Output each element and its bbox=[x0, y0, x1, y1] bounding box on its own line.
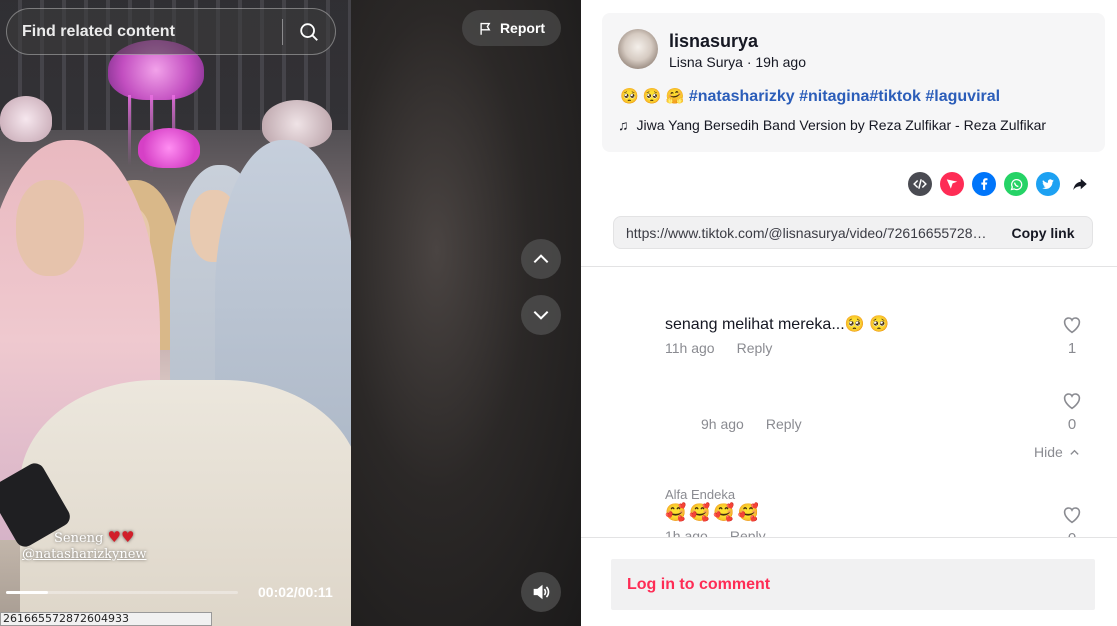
description-emoji: 🥺 🥺 🤗 bbox=[620, 88, 685, 105]
username[interactable]: lisnasurya bbox=[669, 31, 758, 52]
next-video-button[interactable] bbox=[521, 295, 561, 335]
comment-meta: 1h ago Reply bbox=[665, 528, 766, 537]
like-count: 1 bbox=[1067, 340, 1077, 357]
report-label: Report bbox=[499, 20, 546, 36]
post-description: 🥺 🥺 🤗 #natasharizky #nitagina#tiktok #la… bbox=[620, 87, 1000, 106]
like-count: 0 bbox=[1068, 530, 1076, 537]
comment-meta: 11h ago Reply bbox=[665, 340, 772, 356]
video-link-field[interactable]: https://www.tiktok.com/@lisnasurya/video… bbox=[614, 225, 994, 241]
heart-icon bbox=[1063, 507, 1081, 524]
hide-replies-button[interactable]: Hide bbox=[1034, 444, 1080, 460]
comment-like[interactable]: 0 bbox=[1060, 392, 1084, 433]
avatar[interactable] bbox=[618, 29, 658, 69]
hashtag-link[interactable]: #natasharizky bbox=[689, 88, 795, 105]
comment-like[interactable]: 0 bbox=[1060, 506, 1084, 537]
comment-author[interactable]: Alfa Endeka bbox=[665, 487, 735, 502]
flag-icon bbox=[480, 22, 491, 35]
chevron-up-icon bbox=[533, 254, 549, 264]
twitter-icon[interactable] bbox=[1036, 172, 1060, 196]
hide-label: Hide bbox=[1034, 444, 1063, 460]
volume-button[interactable] bbox=[521, 572, 561, 612]
author-subline: Lisna Surya · 19h ago bbox=[669, 54, 806, 70]
video-progress-fill bbox=[6, 591, 48, 594]
video-id-tooltip: 261665572872604933 bbox=[0, 612, 212, 626]
video-scene-jellyfish-lamp bbox=[138, 128, 200, 168]
video-caption-text: Seneng bbox=[54, 531, 104, 546]
chevron-down-icon bbox=[533, 310, 549, 320]
video-caption-mention: @natasharizkynew bbox=[22, 547, 147, 562]
video-time: 00:02/00:11 bbox=[258, 584, 333, 600]
search-input[interactable]: Find related content bbox=[7, 23, 282, 41]
link-box: https://www.tiktok.com/@lisnasurya/video… bbox=[613, 216, 1093, 249]
music-link[interactable]: ♫ Jiwa Yang Bersedih Band Version by Rez… bbox=[618, 117, 1046, 133]
video-caption: Seneng ♥♥ bbox=[54, 528, 134, 546]
search-button[interactable] bbox=[283, 9, 335, 54]
video-frame[interactable]: Seneng ♥♥ @natasharizkynew bbox=[0, 0, 351, 626]
post-info-card: lisnasurya Lisna Surya · 19h ago 🥺 🥺 🤗 #… bbox=[602, 13, 1105, 152]
hashtag-link[interactable]: #tiktok bbox=[869, 88, 921, 105]
comment-text: 🥰🥰🥰🥰 bbox=[665, 503, 762, 522]
heart-icon bbox=[1063, 317, 1081, 334]
reply-button[interactable]: Reply bbox=[737, 340, 773, 356]
side-panel: lisnasurya Lisna Surya · 19h ago 🥺 🥺 🤗 #… bbox=[581, 0, 1117, 626]
video-caption-hearts: ♥♥ bbox=[107, 528, 135, 546]
music-title: Jiwa Yang Bersedih Band Version by Reza … bbox=[636, 117, 1047, 133]
previous-video-button[interactable] bbox=[521, 239, 561, 279]
comment-text: senang melihat mereka...🥺 🥺 bbox=[665, 316, 889, 333]
video-scene-jellyfish-lamp bbox=[0, 96, 52, 142]
display-name: Lisna Surya bbox=[669, 54, 743, 70]
comment-time: 9h ago bbox=[701, 416, 744, 432]
post-time: 19h ago bbox=[755, 54, 806, 70]
copy-link-button[interactable]: Copy link bbox=[994, 225, 1092, 241]
login-label: Log in to comment bbox=[627, 575, 771, 593]
comment-time: 11h ago bbox=[665, 340, 715, 356]
login-to-comment-button[interactable]: Log in to comment bbox=[611, 559, 1095, 610]
search-icon bbox=[300, 22, 318, 41]
search-bar[interactable]: Find related content bbox=[6, 8, 336, 55]
separator: · bbox=[742, 54, 756, 70]
reply-button[interactable]: Reply bbox=[730, 528, 766, 537]
video-scene-tendril bbox=[128, 95, 131, 165]
divider bbox=[581, 537, 1117, 538]
chevron-up-icon bbox=[1070, 449, 1079, 455]
embed-icon[interactable] bbox=[908, 172, 932, 196]
send-icon[interactable] bbox=[940, 172, 964, 196]
whatsapp-icon[interactable] bbox=[1004, 172, 1028, 196]
comment-meta: 9h ago Reply bbox=[701, 416, 802, 432]
like-count: 0 bbox=[1067, 416, 1077, 433]
report-button[interactable]: Report bbox=[462, 10, 561, 46]
share-arrow-icon[interactable] bbox=[1068, 172, 1092, 196]
comment-time: 1h ago bbox=[665, 528, 708, 537]
heart-icon bbox=[1063, 393, 1081, 410]
video-progress-bar[interactable] bbox=[6, 591, 238, 594]
facebook-icon[interactable] bbox=[972, 172, 996, 196]
video-scene-face bbox=[16, 180, 84, 276]
volume-icon bbox=[533, 584, 550, 600]
reply-button[interactable]: Reply bbox=[766, 416, 802, 432]
comment-like[interactable]: 1 bbox=[1060, 316, 1084, 357]
video-player[interactable]: Seneng ♥♥ @natasharizkynew Find related … bbox=[0, 0, 581, 626]
hashtag-link[interactable]: #nitagina bbox=[799, 88, 869, 105]
hashtag-link[interactable]: #laguviral bbox=[925, 88, 1000, 105]
music-note-icon: ♫ bbox=[618, 117, 629, 133]
comment-list[interactable]: senang melihat mereka...🥺 🥺 11h ago Repl… bbox=[581, 267, 1117, 537]
share-row bbox=[908, 172, 1092, 196]
